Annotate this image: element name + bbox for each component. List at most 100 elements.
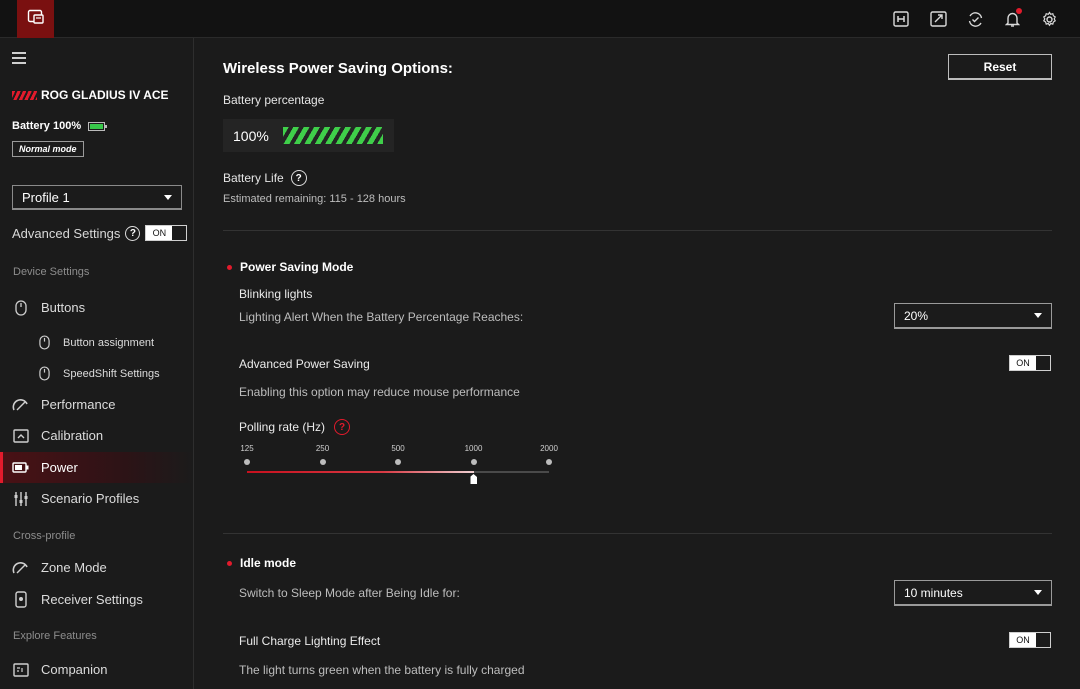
sidebar-item-label: Power <box>41 460 78 475</box>
chevron-down-icon <box>1034 313 1042 318</box>
macro-icon[interactable] <box>890 8 912 30</box>
battery-percentage-value: 100% <box>233 127 269 144</box>
profile-dropdown[interactable]: Profile 1 <box>12 185 182 210</box>
full-charge-lighting-description: The light turns green when the battery i… <box>239 663 525 677</box>
polling-tick-dot[interactable] <box>244 459 250 465</box>
help-icon[interactable]: ? <box>125 225 141 241</box>
section-title: Idle mode <box>240 556 297 570</box>
polling-tick-dot[interactable] <box>395 459 401 465</box>
polling-tick-label: 500 <box>391 444 405 453</box>
polling-tick-label: 250 <box>315 444 330 453</box>
sidebar-item-label: Receiver Settings <box>41 592 143 607</box>
bell-icon[interactable] <box>1001 8 1023 30</box>
sleep-description: Switch to Sleep Mode after Being Idle fo… <box>239 586 460 600</box>
advanced-settings-toggle[interactable]: ON <box>145 225 188 241</box>
advanced-power-saving-toggle[interactable]: ON <box>1009 355 1051 371</box>
sidebar-item-button-assignment[interactable]: Button assignment <box>0 327 193 358</box>
help-icon[interactable]: ? <box>334 419 351 435</box>
advanced-settings-row: Advanced Settings ? ON <box>12 225 188 241</box>
hamburger-menu-icon[interactable] <box>12 52 26 67</box>
notification-dot <box>1016 8 1022 14</box>
polling-tick-dot[interactable] <box>319 459 326 465</box>
mouse-icon <box>36 365 53 382</box>
section-label-device-settings: Device Settings <box>13 266 90 278</box>
app-home-tab[interactable] <box>17 0 54 38</box>
sidebar-item-label: Companion <box>41 662 108 677</box>
gauge-icon <box>12 396 29 413</box>
divider <box>223 533 1052 534</box>
polling-rate-label: Polling rate (Hz) <box>239 420 326 434</box>
mouse-icon <box>12 299 29 316</box>
section-label-cross-profile: Cross-profile <box>13 530 76 542</box>
battery-life-row: Battery Life ? <box>223 170 307 186</box>
sleep-timeout-dropdown[interactable]: 10 minutes <box>894 580 1052 606</box>
sidebar-item-receiver-settings[interactable]: Receiver Settings <box>0 584 193 615</box>
battery-icon <box>12 459 29 476</box>
polling-tick-label: 125 <box>240 444 254 453</box>
dropdown-value: 10 minutes <box>904 586 963 600</box>
advanced-power-saving-description: Enabling this option may reduce mouse pe… <box>239 385 520 399</box>
sidebar-item-calibration[interactable]: Calibration <box>0 420 193 451</box>
chevron-down-icon <box>1034 590 1042 595</box>
sliders-icon <box>12 490 29 507</box>
blinking-lights-label: Blinking lights <box>239 287 313 301</box>
section-label-explore-features: Explore Features <box>13 630 97 642</box>
sidebar-item-label: Button assignment <box>63 336 155 349</box>
sidebar-item-performance[interactable]: Performance <box>0 389 193 420</box>
sidebar-item-scenario-profiles[interactable]: Scenario Profiles <box>0 483 193 514</box>
device-title: ROG GLADIUS IV ACE <box>12 88 169 102</box>
full-charge-lighting-label: Full Charge Lighting Effect <box>239 634 381 648</box>
polling-tick-dot[interactable] <box>546 459 552 465</box>
sidebar-item-buttons[interactable]: Buttons <box>0 292 193 323</box>
gauge-icon <box>12 559 29 576</box>
polling-rate-slider[interactable]: 125 250 500 1000 2000 <box>235 444 558 484</box>
device-icon <box>27 9 45 30</box>
reset-button[interactable]: Reset <box>948 54 1052 80</box>
advanced-power-saving-label: Advanced Power Saving <box>239 357 370 371</box>
sidebar-item-zone-mode[interactable]: Zone Mode <box>0 552 193 583</box>
companion-icon <box>12 661 29 678</box>
sidebar-item-power[interactable]: Power <box>0 452 193 483</box>
update-icon[interactable] <box>964 8 986 30</box>
sidebar-item-label: Performance <box>41 397 116 412</box>
bullet-dot <box>227 560 232 566</box>
battery-level-bar <box>283 127 383 144</box>
polling-tick-label: 1000 <box>464 444 483 453</box>
calibration-icon <box>12 427 29 444</box>
main-panel: Wireless Power Saving Options: Reset Bat… <box>195 38 1080 689</box>
sidebar-item-label: Zone Mode <box>41 560 107 575</box>
battery-status: Battery 100% <box>12 120 108 132</box>
chevron-down-icon <box>164 195 172 200</box>
gear-icon[interactable] <box>1038 8 1060 30</box>
idle-mode-heading: Idle mode <box>227 556 296 570</box>
battery-status-text: Battery 100% <box>12 120 82 132</box>
slider-track-fill <box>247 471 474 473</box>
divider <box>223 230 1052 231</box>
polling-tick-label: 2000 <box>540 444 558 453</box>
battery-estimate: Estimated remaining: 115 - 128 hours <box>223 193 406 205</box>
page-title: Wireless Power Saving Options: <box>223 60 453 77</box>
polling-tick-dot[interactable] <box>470 459 477 465</box>
slider-track <box>247 471 549 473</box>
sidebar-item-label: SpeedShift Settings <box>63 367 160 380</box>
slider-thumb[interactable] <box>470 474 477 484</box>
rog-logo-icon <box>12 90 37 100</box>
profile-dropdown-value: Profile 1 <box>22 190 70 205</box>
battery-life-label: Battery Life <box>223 171 284 185</box>
blinking-lights-description: Lighting Alert When the Battery Percenta… <box>239 310 524 324</box>
battery-percentage-label: Battery percentage <box>223 93 325 107</box>
sidebar-item-label: Calibration <box>41 428 104 443</box>
sidebar-item-speedshift-settings[interactable]: SpeedShift Settings <box>0 358 193 389</box>
sidebar-item-companion[interactable]: Companion <box>0 654 193 685</box>
screen-record-icon[interactable] <box>927 8 949 30</box>
blinking-threshold-dropdown[interactable]: 20% <box>894 303 1052 329</box>
section-title: Power Saving Mode <box>240 260 354 274</box>
top-bar <box>0 0 1080 38</box>
dropdown-value: 20% <box>904 309 929 323</box>
advanced-settings-label: Advanced Settings <box>12 225 121 241</box>
receiver-icon <box>12 591 29 608</box>
power-saving-mode-heading: Power Saving Mode <box>227 260 353 274</box>
sidebar-item-label: Buttons <box>41 300 86 315</box>
help-icon[interactable]: ? <box>290 170 307 186</box>
full-charge-lighting-toggle[interactable]: ON <box>1009 632 1051 648</box>
